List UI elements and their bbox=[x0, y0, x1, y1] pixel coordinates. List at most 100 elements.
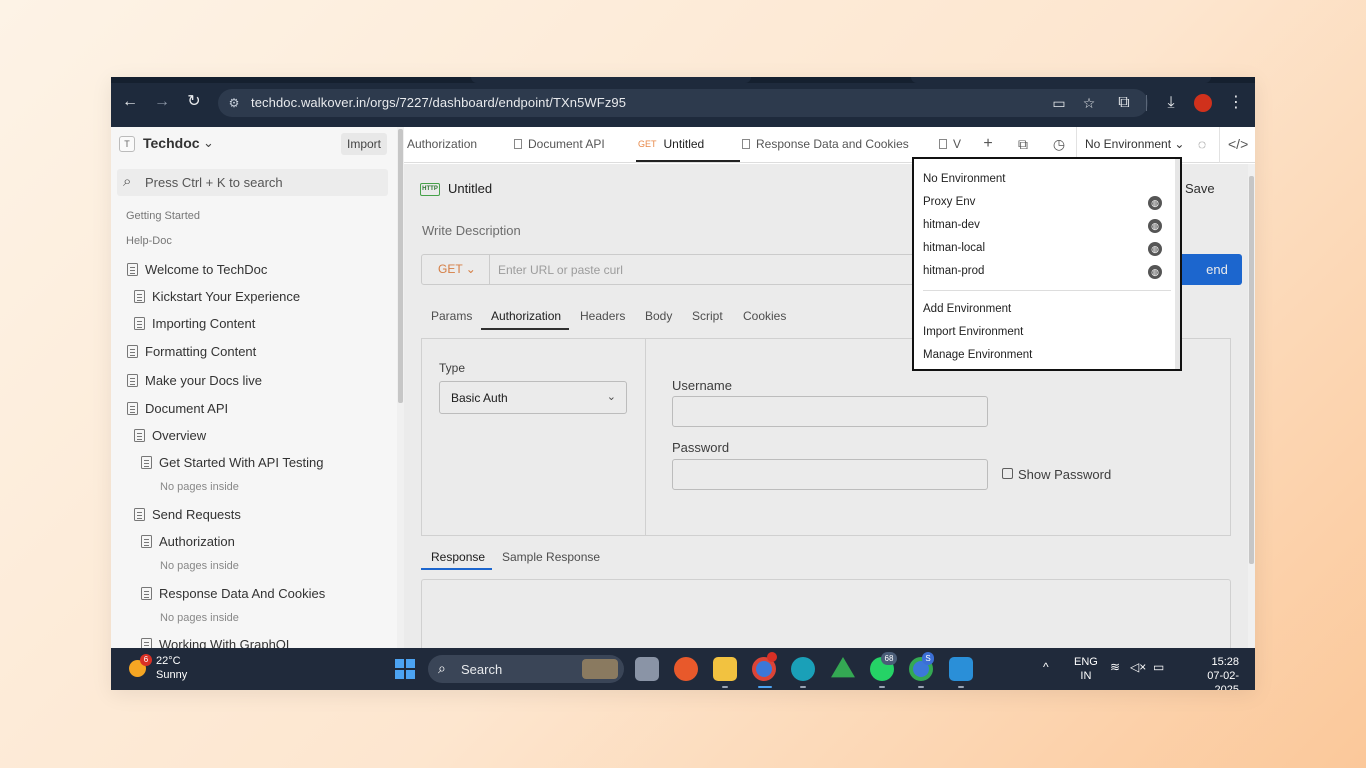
sidebar-item-graphql[interactable]: Working With GraphQL bbox=[141, 637, 293, 648]
edge-icon[interactable] bbox=[791, 657, 815, 681]
manage-environment-item[interactable]: Manage Environment bbox=[923, 349, 1032, 361]
main-scrollbar[interactable] bbox=[1248, 164, 1255, 648]
globe-icon: ◍ bbox=[1148, 196, 1162, 210]
chrome-profile-badge: S bbox=[922, 652, 934, 665]
document-icon bbox=[141, 638, 152, 648]
weather-temperature[interactable]: 22°C bbox=[156, 655, 181, 667]
sidebar-item-label: Kickstart Your Experience bbox=[152, 289, 301, 304]
taskbar-search[interactable]: ⌕ Search bbox=[428, 655, 624, 683]
clock[interactable]: 15:28 07-02-2025 bbox=[1194, 655, 1239, 690]
browser-tab[interactable] bbox=[911, 77, 1211, 83]
region-code: IN bbox=[1080, 670, 1092, 682]
volume-muted-icon[interactable]: ◁× bbox=[1130, 660, 1146, 674]
sidebar-item-importing[interactable]: Importing Content bbox=[134, 316, 255, 331]
sidebar-item-label: Welcome to TechDoc bbox=[145, 262, 268, 277]
sidebar-item-document-api[interactable]: Document API bbox=[127, 401, 228, 416]
tab-truncated[interactable]: V bbox=[939, 137, 961, 151]
install-app-icon[interactable]: ▭ bbox=[1050, 95, 1068, 111]
chevron-down-icon[interactable]: ⌄ bbox=[203, 135, 214, 151]
environment-select[interactable]: No Environment ⌄ bbox=[1085, 137, 1184, 151]
firefox-icon[interactable] bbox=[674, 657, 698, 681]
os-taskbar: 6 22°C Sunny ⌕ Search 68 S ^ ENG IN ≋ ◁× … bbox=[111, 648, 1255, 690]
code-icon[interactable]: </> bbox=[1228, 136, 1248, 152]
sidebar-item-docs-live[interactable]: Make your Docs live bbox=[127, 373, 262, 388]
profile-avatar[interactable] bbox=[1194, 94, 1212, 112]
running-indicator bbox=[879, 686, 885, 688]
reload-icon[interactable]: ↻ bbox=[185, 93, 203, 111]
env-option-hitman-prod[interactable]: hitman-prod bbox=[923, 265, 984, 277]
sidebar-scrollbar[interactable] bbox=[397, 127, 404, 648]
task-view-icon[interactable] bbox=[635, 657, 659, 681]
menu-kebab-icon[interactable]: ⋮ bbox=[1226, 93, 1246, 113]
sidebar-item-overview[interactable]: Overview bbox=[134, 428, 206, 443]
tab-untitled[interactable]: GET Untitled bbox=[638, 137, 704, 151]
tab-authorization[interactable]: Authorization bbox=[407, 137, 477, 151]
back-icon[interactable]: ← bbox=[121, 93, 139, 111]
sidebar-item-welcome[interactable]: Welcome to TechDoc bbox=[127, 262, 267, 277]
clock-time: 15:28 bbox=[1211, 656, 1239, 668]
eye-off-icon[interactable]: ◌ bbox=[1194, 136, 1210, 152]
sidebar-item-label: Get Started With API Testing bbox=[159, 455, 324, 470]
download-icon[interactable]: ⤓ bbox=[1161, 93, 1181, 113]
environment-dropdown: No Environment Proxy Env ◍ hitman-dev ◍ … bbox=[912, 157, 1182, 371]
bookmark-star-icon[interactable]: ☆ bbox=[1080, 95, 1098, 111]
env-option-proxy[interactable]: Proxy Env bbox=[923, 196, 975, 208]
extensions-icon[interactable]: ⧉ bbox=[1114, 93, 1134, 113]
sidebar-item-authorization[interactable]: Authorization bbox=[141, 534, 235, 549]
google-drive-icon[interactable] bbox=[831, 657, 855, 678]
history-icon[interactable]: ◷ bbox=[1051, 136, 1067, 152]
address-bar[interactable]: ⚙ techdoc.walkover.in/orgs/7227/dashboar… bbox=[218, 89, 1148, 117]
battery-icon[interactable]: ▭ bbox=[1153, 660, 1164, 674]
no-pages-text: No pages inside bbox=[160, 560, 239, 572]
file-explorer-icon[interactable] bbox=[713, 657, 737, 681]
running-indicator bbox=[958, 686, 964, 688]
sidebar-search[interactable]: ⌕ Press Ctrl + K to search bbox=[117, 169, 388, 196]
sidebar-item-response-data[interactable]: Response Data And Cookies bbox=[141, 586, 325, 601]
sidebar-item-label: Response Data And Cookies bbox=[159, 586, 326, 601]
tab-response-data[interactable]: Response Data and Cookies bbox=[742, 137, 909, 151]
sidebar-item-label: Make your Docs live bbox=[145, 373, 263, 388]
address-url[interactable]: techdoc.walkover.in/orgs/7227/dashboard/… bbox=[251, 95, 626, 110]
scrollbar-thumb[interactable] bbox=[398, 129, 403, 403]
import-environment-item[interactable]: Import Environment bbox=[923, 326, 1023, 338]
sidebar-item-send-requests[interactable]: Send Requests bbox=[134, 507, 241, 522]
section-getting-started[interactable]: Getting Started bbox=[126, 210, 200, 222]
running-indicator bbox=[800, 686, 806, 688]
tab-label: Authorization bbox=[407, 137, 478, 151]
scrollbar-thumb[interactable] bbox=[1249, 176, 1254, 564]
tabs-overview-icon[interactable]: ⧉ bbox=[1015, 136, 1031, 152]
running-indicator bbox=[722, 686, 728, 688]
tab-method: GET bbox=[638, 139, 657, 149]
import-button[interactable]: Import bbox=[341, 133, 387, 155]
tab-label: Document API bbox=[528, 137, 605, 151]
env-option-none[interactable]: No Environment bbox=[923, 173, 1005, 185]
tab-label: Response Data and Cookies bbox=[756, 137, 909, 151]
env-option-hitman-local[interactable]: hitman-local bbox=[923, 242, 985, 254]
add-tab-icon[interactable]: + bbox=[980, 136, 996, 152]
document-icon bbox=[134, 317, 145, 330]
language-indicator[interactable]: ENG IN bbox=[1074, 655, 1098, 683]
windows-start-icon[interactable] bbox=[395, 659, 415, 679]
sidebar-item-label: Send Requests bbox=[152, 507, 241, 522]
section-help-doc[interactable]: Help-Doc bbox=[126, 235, 172, 247]
browser-tab[interactable] bbox=[471, 77, 751, 83]
weather-condition[interactable]: Sunny bbox=[156, 669, 187, 681]
tab-document-api[interactable]: Document API bbox=[514, 137, 605, 151]
workspace-badge: T bbox=[119, 136, 135, 152]
chevron-up-icon[interactable]: ^ bbox=[1043, 660, 1049, 674]
dropdown-scrollbar[interactable] bbox=[1175, 159, 1180, 369]
env-option-hitman-dev[interactable]: hitman-dev bbox=[923, 219, 980, 231]
site-info-icon[interactable]: ⚙ bbox=[226, 95, 242, 111]
wifi-icon[interactable]: ≋ bbox=[1110, 660, 1120, 674]
tab-label: V bbox=[953, 137, 962, 151]
messaging-app-icon[interactable] bbox=[949, 657, 973, 681]
dropdown-divider bbox=[923, 290, 1171, 291]
forward-icon[interactable]: → bbox=[153, 93, 171, 111]
language-code: ENG bbox=[1074, 656, 1098, 668]
workspace-name[interactable]: Techdoc bbox=[143, 135, 200, 151]
sidebar-item-get-started[interactable]: Get Started With API Testing bbox=[141, 455, 324, 470]
add-environment-item[interactable]: Add Environment bbox=[923, 303, 1011, 315]
sidebar-item-formatting[interactable]: Formatting Content bbox=[127, 344, 256, 359]
no-pages-text: No pages inside bbox=[160, 612, 239, 624]
sidebar-item-kickstart[interactable]: Kickstart Your Experience bbox=[134, 289, 300, 304]
